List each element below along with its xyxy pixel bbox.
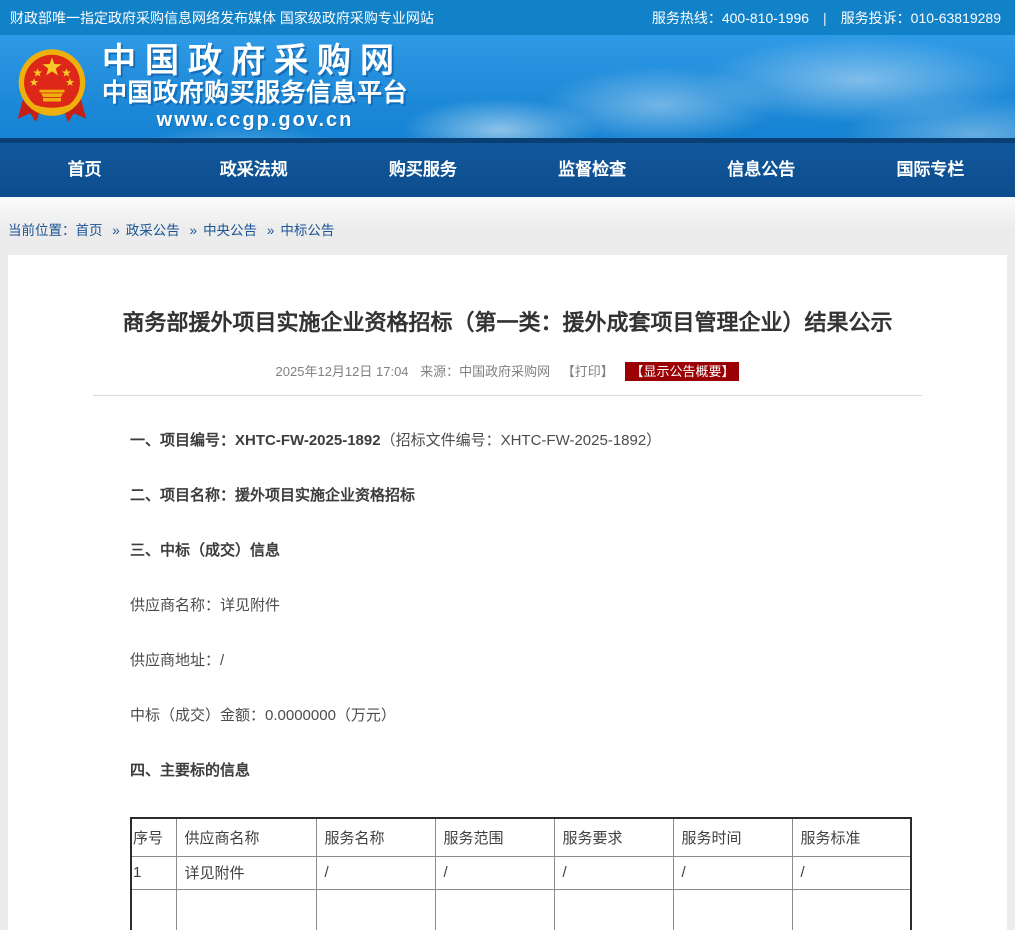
cell-index [131, 889, 176, 930]
col-header-index: 序号 [131, 818, 176, 856]
cell-supplier [176, 889, 316, 930]
col-header-service-name: 服务名称 [316, 818, 435, 856]
main-area: 商务部援外项目实施企业资格招标（第一类：援外成套项目管理企业）结果公示 2025… [0, 255, 1015, 930]
site-name: 中国政府采购网 [102, 43, 408, 79]
logo-text: 中国政府采购网 中国政府购买服务信息平台 www.ccgp.gov.cn [102, 43, 408, 132]
col-header-service-requirements: 服务要求 [554, 818, 673, 856]
breadcrumb-band: 当前位置：首页 » 政采公告 » 中央公告 » 中标公告 [0, 197, 1015, 255]
paragraph-award-amount: 中标（成交）金额：0.0000000（万元） [130, 707, 912, 724]
cell-service-standard: / [792, 856, 911, 889]
cell-service-requirements: / [554, 856, 673, 889]
cell-service-time [673, 889, 792, 930]
breadcrumb-separator: » [112, 223, 120, 238]
site-logo[interactable]: 中国政府采购网 中国政府购买服务信息平台 www.ccgp.gov.cn [16, 43, 408, 132]
table-header-row: 序号 供应商名称 服务名称 服务范围 服务要求 服务时间 服务标准 [131, 818, 911, 856]
breadcrumb-award-notices[interactable]: 中标公告 [280, 223, 334, 238]
cell-service-scope [435, 889, 554, 930]
paragraph-project-name: 二、项目名称：援外项目实施企业资格招标 [130, 487, 912, 504]
topbar: 财政部唯一指定政府采购信息网络发布媒体 国家级政府采购专业网站 服务热线：400… [0, 0, 1015, 35]
main-nav: 首页 政采法规 购买服务 监督检查 信息公告 国际专栏 [0, 143, 1015, 197]
col-header-service-standard: 服务标准 [792, 818, 911, 856]
paragraph-award-info-heading: 三、中标（成交）信息 [130, 542, 912, 559]
site-slogan: 财政部唯一指定政府采购信息网络发布媒体 国家级政府采购专业网站 [10, 8, 434, 28]
breadcrumb: 当前位置：首页 » 政采公告 » 中央公告 » 中标公告 [0, 197, 1015, 239]
cell-service-time: / [673, 856, 792, 889]
nav-item-home[interactable]: 首页 [0, 143, 169, 197]
breadcrumb-home[interactable]: 首页 [76, 223, 103, 238]
paragraph-supplier-name: 供应商名称：详见附件 [130, 597, 912, 614]
paragraph-project-number: 一、项目编号：XHTC-FW-2025-1892（招标文件编号：XHTC-FW-… [130, 432, 912, 449]
national-emblem-icon [16, 46, 88, 130]
paragraph-supplier-address: 供应商地址：/ [130, 652, 912, 669]
print-button[interactable]: 【打印】 [562, 364, 614, 379]
breadcrumb-prefix: 当前位置： [8, 223, 76, 238]
publish-date: 2025年12月12日 17:04 [276, 364, 409, 379]
table-row: 1 详见附件 / / / / / [131, 856, 911, 889]
breadcrumb-separator: » [190, 223, 198, 238]
nav-item-supervision[interactable]: 监督检查 [508, 143, 677, 197]
service-complaint: 服务投诉：010-63819289 [841, 8, 1001, 28]
cell-service-name: / [316, 856, 435, 889]
cell-service-name [316, 889, 435, 930]
lot-info-table: 序号 供应商名称 服务名称 服务范围 服务要求 服务时间 服务标准 1 详见附件… [130, 817, 912, 930]
paragraph-lot-info-heading: 四、主要标的信息 [130, 762, 912, 779]
cell-service-requirements [554, 889, 673, 930]
breadcrumb-central-notices[interactable]: 中央公告 [203, 223, 257, 238]
col-header-service-scope: 服务范围 [435, 818, 554, 856]
service-hotline: 服务热线：400-810-1996 [652, 8, 809, 28]
site-header: 中国政府采购网 中国政府购买服务信息平台 www.ccgp.gov.cn [0, 35, 1015, 143]
cell-service-scope: / [435, 856, 554, 889]
article-card: 商务部援外项目实施企业资格招标（第一类：援外成套项目管理企业）结果公示 2025… [8, 255, 1007, 930]
cell-service-standard [792, 889, 911, 930]
nav-item-announcements[interactable]: 信息公告 [677, 143, 846, 197]
nav-item-international[interactable]: 国际专栏 [846, 143, 1015, 197]
article-meta: 2025年12月12日 17:04 来源：中国政府采购网 【打印】 【显示公告概… [8, 361, 1007, 380]
article-source: 来源：中国政府采购网 [420, 364, 550, 379]
nav-item-purchase-services[interactable]: 购买服务 [338, 143, 507, 197]
topbar-contacts: 服务热线：400-810-1996 | 服务投诉：010-63819289 [652, 8, 1005, 28]
article-content: 一、项目编号：XHTC-FW-2025-1892（招标文件编号：XHTC-FW-… [130, 432, 912, 930]
site-subtitle: 中国政府购买服务信息平台 [102, 79, 408, 108]
col-header-service-time: 服务时间 [673, 818, 792, 856]
cell-supplier: 详见附件 [176, 856, 316, 889]
show-summary-button[interactable]: 【显示公告概要】 [625, 362, 739, 381]
table-row-empty [131, 889, 911, 930]
page-title: 商务部援外项目实施企业资格招标（第一类：援外成套项目管理企业）结果公示 [8, 255, 1007, 338]
cell-index: 1 [131, 856, 176, 889]
col-header-supplier: 供应商名称 [176, 818, 316, 856]
divider [93, 395, 922, 396]
nav-item-regulations[interactable]: 政采法规 [169, 143, 338, 197]
breadcrumb-procurement-notices[interactable]: 政采公告 [126, 223, 180, 238]
site-url: www.ccgp.gov.cn [102, 108, 408, 132]
topbar-separator: | [823, 10, 827, 26]
breadcrumb-separator: » [267, 223, 275, 238]
